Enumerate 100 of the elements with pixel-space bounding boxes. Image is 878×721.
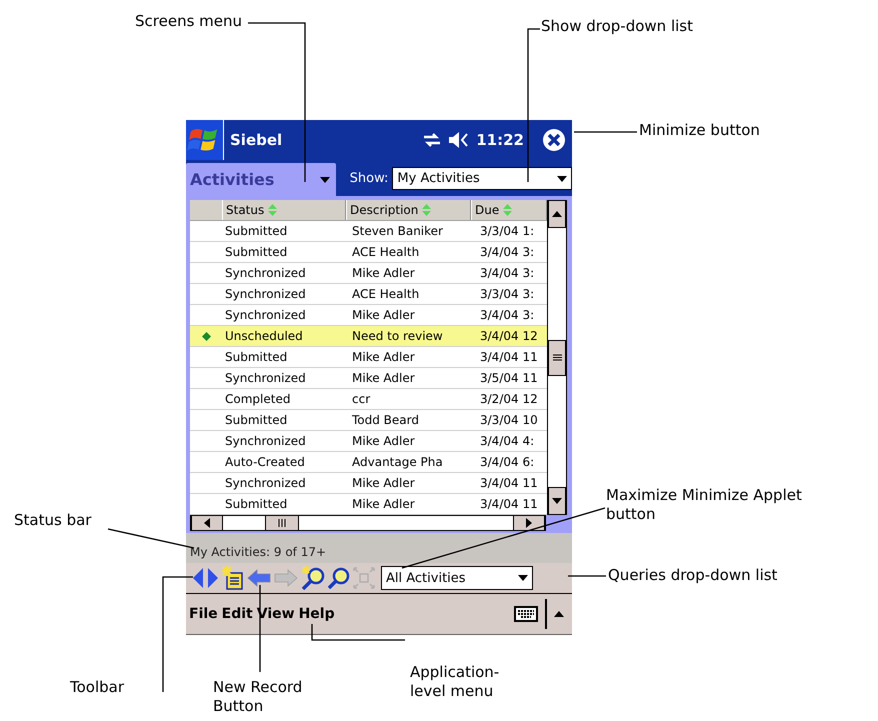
next-icon[interactable] — [207, 567, 219, 589]
table-cell-text: 3/3/04 1: — [479, 224, 536, 238]
table-cell-text: Synchronized — [224, 371, 307, 385]
table-cell-text: ACE Health — [351, 287, 420, 301]
sort-icon — [503, 204, 512, 216]
callout-label: Status bar — [14, 511, 92, 530]
table-row[interactable]: Submitted Steven Baniker 3/3/04 1: — [190, 221, 547, 242]
show-dropdown[interactable]: My Activities — [392, 167, 572, 190]
table-row[interactable]: Submitted Mike Adler 3/4/04 11 — [190, 347, 547, 368]
speaker-icon[interactable] — [448, 132, 470, 148]
table-cell-text: 3/4/04 3: — [479, 308, 536, 322]
scroll-left-icon — [204, 518, 210, 528]
table-row[interactable]: Synchronized ACE Health 3/3/04 3: — [190, 284, 547, 305]
grip-icon — [278, 519, 286, 527]
table-cell-text: Need to review — [351, 329, 444, 343]
table-cell-text: Synchronized — [224, 434, 307, 448]
window-title: Siebel — [230, 131, 282, 149]
table-cell-text: 3/5/04 11 — [479, 371, 539, 385]
search-icon[interactable] — [328, 567, 350, 589]
table-cell-text: Todd Beard — [351, 413, 420, 427]
column-header[interactable]: Due — [471, 200, 547, 220]
column-header[interactable]: Status — [222, 200, 346, 220]
table-cell-text: Synchronized — [224, 308, 307, 322]
previous-icon[interactable] — [192, 567, 204, 589]
table-cell-text: Auto-Created — [224, 455, 306, 469]
clock-time[interactable]: 11:22 — [476, 131, 524, 149]
table-row[interactable]: Synchronized Mike Adler 3/4/04 3: — [190, 263, 547, 284]
table-cell-text: 3/4/04 3: — [479, 266, 536, 280]
table-cell-text: 3/4/04 12 — [479, 329, 539, 343]
table-row[interactable]: Submitted Todd Beard 3/3/04 10 — [190, 410, 547, 431]
column-header[interactable]: Description — [346, 200, 471, 220]
table-cell-text: Mike Adler — [351, 350, 416, 364]
table-cell-text: Completed — [224, 392, 292, 406]
table-row[interactable]: Completed ccr 3/2/04 12 — [190, 389, 547, 410]
table-cell-text: 3/4/04 3: — [479, 245, 536, 259]
new-record-icon[interactable] — [222, 566, 244, 590]
table-cell-text: Unscheduled — [224, 329, 304, 343]
caret-up-icon[interactable] — [554, 611, 564, 617]
scroll-down-icon — [552, 498, 562, 504]
magnifier-star-icon[interactable] — [301, 566, 325, 590]
table-row[interactable]: Auto-Created Advantage Pha 3/4/04 6: — [190, 452, 547, 473]
table-row[interactable]: Submitted ACE Health 3/4/04 3: — [190, 242, 547, 263]
table-cell-text: 3/4/04 11 — [479, 497, 539, 511]
dropdown-arrow-icon — [518, 575, 528, 581]
diamond-icon — [202, 332, 210, 340]
table-cell-text: 3/3/04 3: — [479, 287, 536, 301]
windows-flag-icon[interactable] — [186, 120, 224, 160]
callout-label: Maximize Minimize Applet button — [606, 486, 803, 524]
sort-icon — [268, 204, 278, 216]
horizontal-scrollbar[interactable] — [190, 515, 546, 531]
table-cell-text: Submitted — [224, 245, 288, 259]
menu-item[interactable]: File — [189, 606, 218, 622]
table-row[interactable]: Unscheduled Need to review 3/4/04 12 — [190, 326, 547, 347]
callout-label: Show drop-down list — [541, 17, 694, 36]
table-cell-text: Advantage Pha — [351, 455, 444, 469]
table-cell-text: Synchronized — [224, 266, 307, 280]
keyboard-icon[interactable] — [514, 606, 538, 622]
table-cell-text: Mike Adler — [351, 434, 416, 448]
connectivity-icon[interactable] — [422, 132, 442, 148]
menu-item[interactable]: Edit — [222, 606, 253, 622]
table-cell-text: Synchronized — [224, 476, 307, 490]
table-cell-text: 3/4/04 6: — [479, 455, 536, 469]
menu-item[interactable]: Help — [298, 606, 335, 622]
callout-label: Minimize button — [639, 121, 761, 140]
table-cell-text: 3/2/04 12 — [479, 392, 539, 406]
table-cell-text: ccr — [351, 392, 372, 406]
table-row[interactable]: Synchronized Mike Adler 3/5/04 11 — [190, 368, 547, 389]
callout-label: Toolbar — [70, 678, 126, 697]
close-icon[interactable] — [542, 128, 566, 152]
table-cell-text: 3/4/04 11 — [479, 350, 539, 364]
scroll-right-icon — [526, 518, 532, 528]
table-cell-text: Mike Adler — [351, 476, 416, 490]
table-cell-text: Submitted — [224, 350, 288, 364]
table-cell-text: Mike Adler — [351, 308, 416, 322]
table-cell-text: ACE Health — [351, 245, 420, 259]
table-cell-text: Synchronized — [224, 287, 307, 301]
table-cell-text: Submitted — [224, 497, 288, 511]
show-label: Show: — [350, 171, 388, 186]
table-cell-text: Submitted — [224, 413, 288, 427]
table-cell-text: Steven Baniker — [351, 224, 444, 238]
dropdown-arrow-icon — [557, 176, 567, 182]
callout-label: Application-level menu — [410, 663, 500, 701]
table-cell-text: Mike Adler — [351, 497, 416, 511]
table-cell-text: 3/4/04 11 — [479, 476, 539, 490]
vertical-scrollbar[interactable] — [547, 200, 567, 515]
table-cell-text: Mike Adler — [351, 266, 416, 280]
callout-label: Queries drop-down list — [608, 566, 778, 585]
table-cell-text: Mike Adler — [351, 371, 416, 385]
sort-icon — [422, 204, 432, 216]
table-cell-text: 3/4/04 4: — [479, 434, 536, 448]
table-cell-text: Submitted — [224, 224, 288, 238]
leader-line — [574, 131, 637, 133]
callout-label: New Record Button — [213, 678, 304, 716]
status-bar: My Activities: 9 of 17+ — [186, 533, 572, 563]
table-row[interactable]: Synchronized Mike Adler 3/4/04 4: — [190, 431, 547, 452]
callout-label: Screens menu — [135, 12, 244, 31]
queries-dropdown[interactable]: All Activities — [381, 566, 533, 590]
screens-menu[interactable]: Activities — [186, 163, 336, 196]
table-row[interactable]: Synchronized Mike Adler 3/4/04 11 — [190, 473, 547, 494]
dropdown-arrow-icon — [320, 176, 330, 182]
